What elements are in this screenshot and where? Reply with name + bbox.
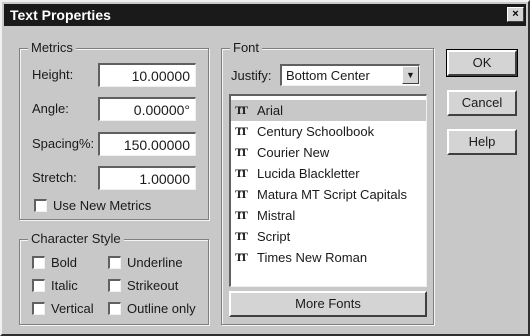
underline-checkbox[interactable]: Underline bbox=[108, 255, 183, 270]
font-list-item[interactable]: TT Courier New bbox=[231, 142, 426, 163]
truetype-icon: TT bbox=[235, 124, 248, 138]
font-list-item[interactable]: TT Century Schoolbook bbox=[231, 121, 426, 142]
font-name: Arial bbox=[257, 103, 284, 118]
italic-checkbox[interactable]: Italic bbox=[32, 278, 78, 293]
font-list-item[interactable]: TT Times New Roman bbox=[231, 247, 426, 268]
spacing-input[interactable]: 150.00000 bbox=[98, 132, 196, 156]
angle-input[interactable]: 0.00000° bbox=[98, 97, 196, 121]
stretch-input[interactable]: 1.00000 bbox=[98, 166, 196, 190]
checkbox-box[interactable] bbox=[34, 199, 47, 212]
font-group-label: Font bbox=[230, 40, 263, 56]
truetype-icon: TT bbox=[235, 103, 248, 117]
bold-checkbox[interactable]: Bold bbox=[32, 255, 77, 270]
font-name: Mistral bbox=[257, 208, 296, 223]
font-name: Lucida Blackletter bbox=[257, 166, 360, 181]
font-list-item[interactable]: TT Lucida Blackletter bbox=[231, 163, 426, 184]
truetype-icon: TT bbox=[235, 187, 248, 201]
close-icon[interactable]: × bbox=[507, 7, 524, 22]
font-name: Matura MT Script Capitals bbox=[257, 187, 408, 202]
window-title: Text Properties bbox=[10, 7, 111, 23]
truetype-icon: TT bbox=[235, 166, 248, 180]
font-list-item[interactable]: TT Arial bbox=[231, 100, 426, 121]
chevron-down-icon[interactable]: ▼ bbox=[402, 66, 419, 84]
font-list[interactable]: TT Arial TT Century Schoolbook TT Courier New… bbox=[229, 94, 427, 287]
truetype-icon: TT bbox=[235, 229, 248, 243]
checkbox-box[interactable] bbox=[108, 302, 121, 315]
height-label: Height: bbox=[32, 67, 74, 82]
outline-only-checkbox[interactable]: Outline only bbox=[108, 301, 196, 316]
font-name: Courier New bbox=[257, 145, 330, 160]
truetype-icon: TT bbox=[235, 250, 248, 264]
use-new-metrics-label: Use New Metrics bbox=[53, 198, 152, 213]
stretch-label: Stretch: bbox=[32, 170, 77, 185]
truetype-icon: TT bbox=[235, 145, 248, 159]
strikeout-label: Strikeout bbox=[127, 278, 179, 293]
use-new-metrics-checkbox[interactable]: Use New Metrics bbox=[34, 198, 151, 213]
vertical-checkbox[interactable]: Vertical bbox=[32, 301, 94, 316]
ok-button[interactable]: OK bbox=[446, 49, 518, 77]
bold-label: Bold bbox=[51, 255, 78, 270]
font-name: Times New Roman bbox=[257, 250, 368, 265]
checkbox-box[interactable] bbox=[108, 279, 121, 292]
spacing-label: Spacing%: bbox=[32, 136, 95, 151]
vertical-label: Vertical bbox=[51, 301, 94, 316]
strikeout-checkbox[interactable]: Strikeout bbox=[108, 278, 178, 293]
title-bar: Text Properties × bbox=[4, 4, 526, 26]
font-list-item[interactable]: TT Script bbox=[231, 226, 426, 247]
checkbox-box[interactable] bbox=[32, 302, 45, 315]
checkbox-box[interactable] bbox=[32, 279, 45, 292]
outline-only-label: Outline only bbox=[127, 301, 196, 316]
metrics-group-label: Metrics bbox=[28, 40, 76, 56]
cancel-button[interactable]: Cancel bbox=[447, 90, 517, 116]
character-style-group-label: Character Style bbox=[28, 231, 124, 247]
font-list-item[interactable]: TT Mistral bbox=[231, 205, 426, 226]
more-fonts-button[interactable]: More Fonts bbox=[229, 291, 427, 317]
font-name: Century Schoolbook bbox=[257, 124, 375, 139]
justify-select[interactable]: Bottom Center ▼ bbox=[280, 64, 420, 86]
height-input[interactable]: 10.00000 bbox=[98, 63, 196, 87]
font-list-item[interactable]: TT Matura MT Script Capitals bbox=[231, 184, 426, 205]
truetype-icon: TT bbox=[235, 208, 248, 222]
italic-label: Italic bbox=[51, 278, 78, 293]
underline-label: Underline bbox=[127, 255, 183, 270]
angle-label: Angle: bbox=[32, 101, 69, 116]
font-name: Script bbox=[257, 229, 291, 244]
justify-value: Bottom Center bbox=[286, 68, 370, 83]
checkbox-box[interactable] bbox=[32, 256, 45, 269]
justify-label: Justify: bbox=[231, 68, 272, 83]
checkbox-box[interactable] bbox=[108, 256, 121, 269]
help-button[interactable]: Help bbox=[447, 129, 517, 155]
text-properties-dialog: Text Properties × Metrics Height: 10.000… bbox=[0, 0, 530, 336]
